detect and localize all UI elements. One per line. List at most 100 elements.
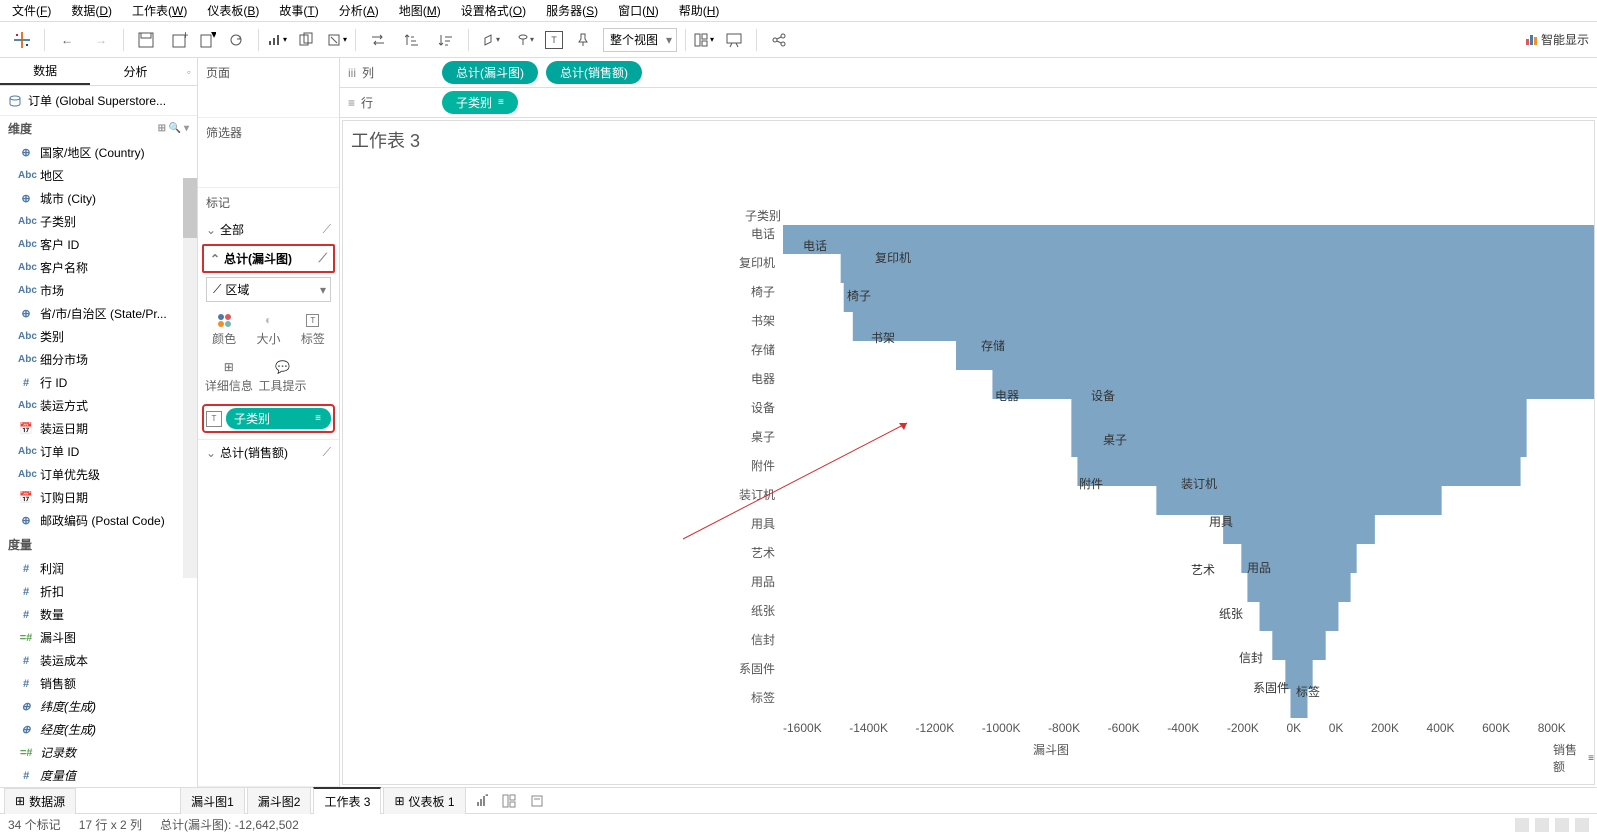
label-icon[interactable]: T — [545, 31, 563, 49]
field-item[interactable]: #行 ID — [0, 371, 197, 394]
separator — [44, 29, 45, 51]
mark-color[interactable]: 颜色 — [212, 312, 236, 347]
menu-b[interactable]: 仪表板(B) — [199, 0, 267, 21]
col-pill-sales[interactable]: 总计(销售额) — [546, 61, 642, 84]
toolbar: ← → + ▾ ▾ ▾ ▾ ▾ T 整个视图 ▾ 智能显示 — [0, 22, 1597, 58]
field-item[interactable]: Abc订单 ID — [0, 440, 197, 463]
pause-updates-icon[interactable]: ▾ — [200, 32, 216, 48]
field-item[interactable]: ⊕纬度(生成) — [0, 695, 197, 718]
menu-t[interactable]: 故事(T) — [271, 0, 326, 21]
sheet-tab[interactable]: ⊞ 仪表板 1 — [383, 787, 465, 814]
new-worksheet-icon[interactable]: + — [468, 790, 494, 812]
mark-pill-subcategory[interactable]: T 子类别≡ — [202, 404, 335, 433]
field-item[interactable]: ⊕邮政编码 (Postal Code) — [0, 509, 197, 532]
field-item[interactable]: Abc装运方式 — [0, 394, 197, 417]
viz-canvas[interactable]: 工作表 3 子类别 电话复印机椅子书架存储电器设备桌子附件装订机用具艺术用品纸张… — [342, 120, 1595, 785]
save-icon[interactable] — [132, 26, 160, 54]
new-dashboard-icon[interactable] — [496, 790, 522, 812]
forward-button[interactable]: → — [87, 26, 115, 54]
menu-o[interactable]: 设置格式(O) — [453, 0, 534, 21]
menu-a[interactable]: 分析(A) — [331, 0, 387, 21]
rows-shelf[interactable]: ≡行 子类别≡ — [340, 88, 1597, 118]
mark-type-select[interactable]: ⟋区域 — [206, 277, 331, 302]
field-item[interactable]: Abc细分市场 — [0, 348, 197, 371]
menu-w[interactable]: 工作表(W) — [124, 0, 195, 21]
menu-s[interactable]: 服务器(S) — [538, 0, 606, 21]
marks-sales[interactable]: ⌄总计(销售额)⟋ — [198, 439, 339, 465]
field-item[interactable]: =#记录数 — [0, 741, 197, 764]
field-item[interactable]: ⊕国家/地区 (Country) — [0, 141, 197, 164]
smart-show-button[interactable]: 智能显示 — [1526, 31, 1589, 48]
field-item[interactable]: Abc客户名称 — [0, 256, 197, 279]
new-datasource-icon[interactable]: + — [166, 26, 194, 54]
sort-asc-icon[interactable] — [398, 26, 426, 54]
field-item[interactable]: Abc子类别 — [0, 210, 197, 233]
mark-label[interactable]: T标签 — [301, 312, 325, 347]
field-item[interactable]: ⊕城市 (City) — [0, 187, 197, 210]
row-pill-subcategory[interactable]: 子类别≡ — [442, 91, 518, 114]
field-item[interactable]: 📅装运日期 — [0, 417, 197, 440]
mark-tooltip[interactable]: 💬工具提示 — [259, 359, 307, 394]
swap-icon[interactable] — [364, 26, 392, 54]
sheet-tab[interactable]: 漏斗图1 — [180, 787, 245, 814]
funnel-data-label: 设备 — [1091, 387, 1115, 404]
field-item[interactable]: Abc订单优先级 — [0, 463, 197, 486]
field-item[interactable]: #装运成本 — [0, 649, 197, 672]
field-item[interactable]: Abc市场 — [0, 279, 197, 302]
field-item[interactable]: #数量 — [0, 603, 197, 626]
field-item[interactable]: =#漏斗图 — [0, 626, 197, 649]
view-icon[interactable] — [1555, 818, 1569, 832]
field-item[interactable]: ⊕经度(生成) — [0, 718, 197, 741]
menu-n[interactable]: 窗口(N) — [610, 0, 667, 21]
show-cards-icon[interactable]: ▾ — [694, 33, 714, 47]
menu-f[interactable]: 文件(F) — [4, 0, 59, 21]
group-icon[interactable]: ▾ — [511, 26, 539, 54]
back-button[interactable]: ← — [53, 26, 81, 54]
x-axis-labels: -1600K-1400K-1200K-1000K-800K-600K-400K-… — [783, 721, 1595, 735]
menu-d[interactable]: 数据(D) — [63, 0, 120, 21]
filters-shelf[interactable]: 筛选器 — [198, 118, 339, 147]
columns-shelf[interactable]: iii列 总计(漏斗图) 总计(销售额) — [340, 58, 1597, 88]
sheet-tab[interactable]: 漏斗图2 — [247, 787, 312, 814]
share-icon[interactable] — [765, 26, 793, 54]
field-item[interactable]: ⊕省/市/自治区 (State/Pr... — [0, 302, 197, 325]
refresh-icon[interactable] — [222, 26, 250, 54]
scrollbar[interactable] — [183, 178, 197, 578]
highlight-icon[interactable]: ▾ — [477, 26, 505, 54]
marks-funnel[interactable]: ⌃总计(漏斗图)⟋ — [210, 250, 327, 267]
svg-text:+: + — [485, 794, 488, 802]
menu-m[interactable]: 地图(M) — [391, 0, 449, 21]
tab-data[interactable]: 数据 — [0, 58, 90, 85]
pin-icon[interactable] — [569, 26, 597, 54]
new-sheet-icon[interactable]: ▾ — [267, 33, 287, 47]
field-item[interactable]: #销售额 — [0, 672, 197, 695]
sheet-tab[interactable]: 工作表 3 — [313, 787, 381, 814]
clear-icon[interactable]: ▾ — [327, 33, 347, 47]
view-icon[interactable] — [1575, 818, 1589, 832]
marks-all[interactable]: ⌄全部⟋ — [198, 217, 339, 242]
funnel-data-label: 附件 — [1079, 475, 1103, 492]
field-item[interactable]: Abc类别 — [0, 325, 197, 348]
menu-h[interactable]: 帮助(H) — [671, 0, 728, 21]
fit-select[interactable]: 整个视图 — [603, 28, 677, 52]
field-item[interactable]: #折扣 — [0, 580, 197, 603]
presentation-icon[interactable] — [720, 26, 748, 54]
funnel-data-label: 电话 — [803, 237, 827, 254]
sort-desc-icon[interactable] — [432, 26, 460, 54]
mark-detail[interactable]: ⊞详细信息 — [205, 359, 253, 394]
field-item[interactable]: Abc客户 ID — [0, 233, 197, 256]
datasource-row[interactable]: 订单 (Global Superstore... — [0, 86, 197, 116]
field-item[interactable]: #利润 — [0, 557, 197, 580]
col-pill-funnel[interactable]: 总计(漏斗图) — [442, 61, 538, 84]
field-item[interactable]: 📅订购日期 — [0, 486, 197, 509]
pages-shelf[interactable]: 页面 — [198, 58, 339, 87]
duplicate-icon[interactable] — [293, 26, 321, 54]
field-item[interactable]: Abc地区 — [0, 164, 197, 187]
mark-size[interactable]: ◐大小 — [256, 312, 280, 347]
tab-analysis[interactable]: 分析 — [90, 59, 180, 84]
view-icon[interactable] — [1535, 818, 1549, 832]
field-item[interactable]: #度量值 — [0, 764, 197, 787]
tab-datasource[interactable]: ⊞数据源 — [4, 788, 76, 814]
new-story-icon[interactable] — [524, 790, 550, 812]
view-icon[interactable] — [1515, 818, 1529, 832]
